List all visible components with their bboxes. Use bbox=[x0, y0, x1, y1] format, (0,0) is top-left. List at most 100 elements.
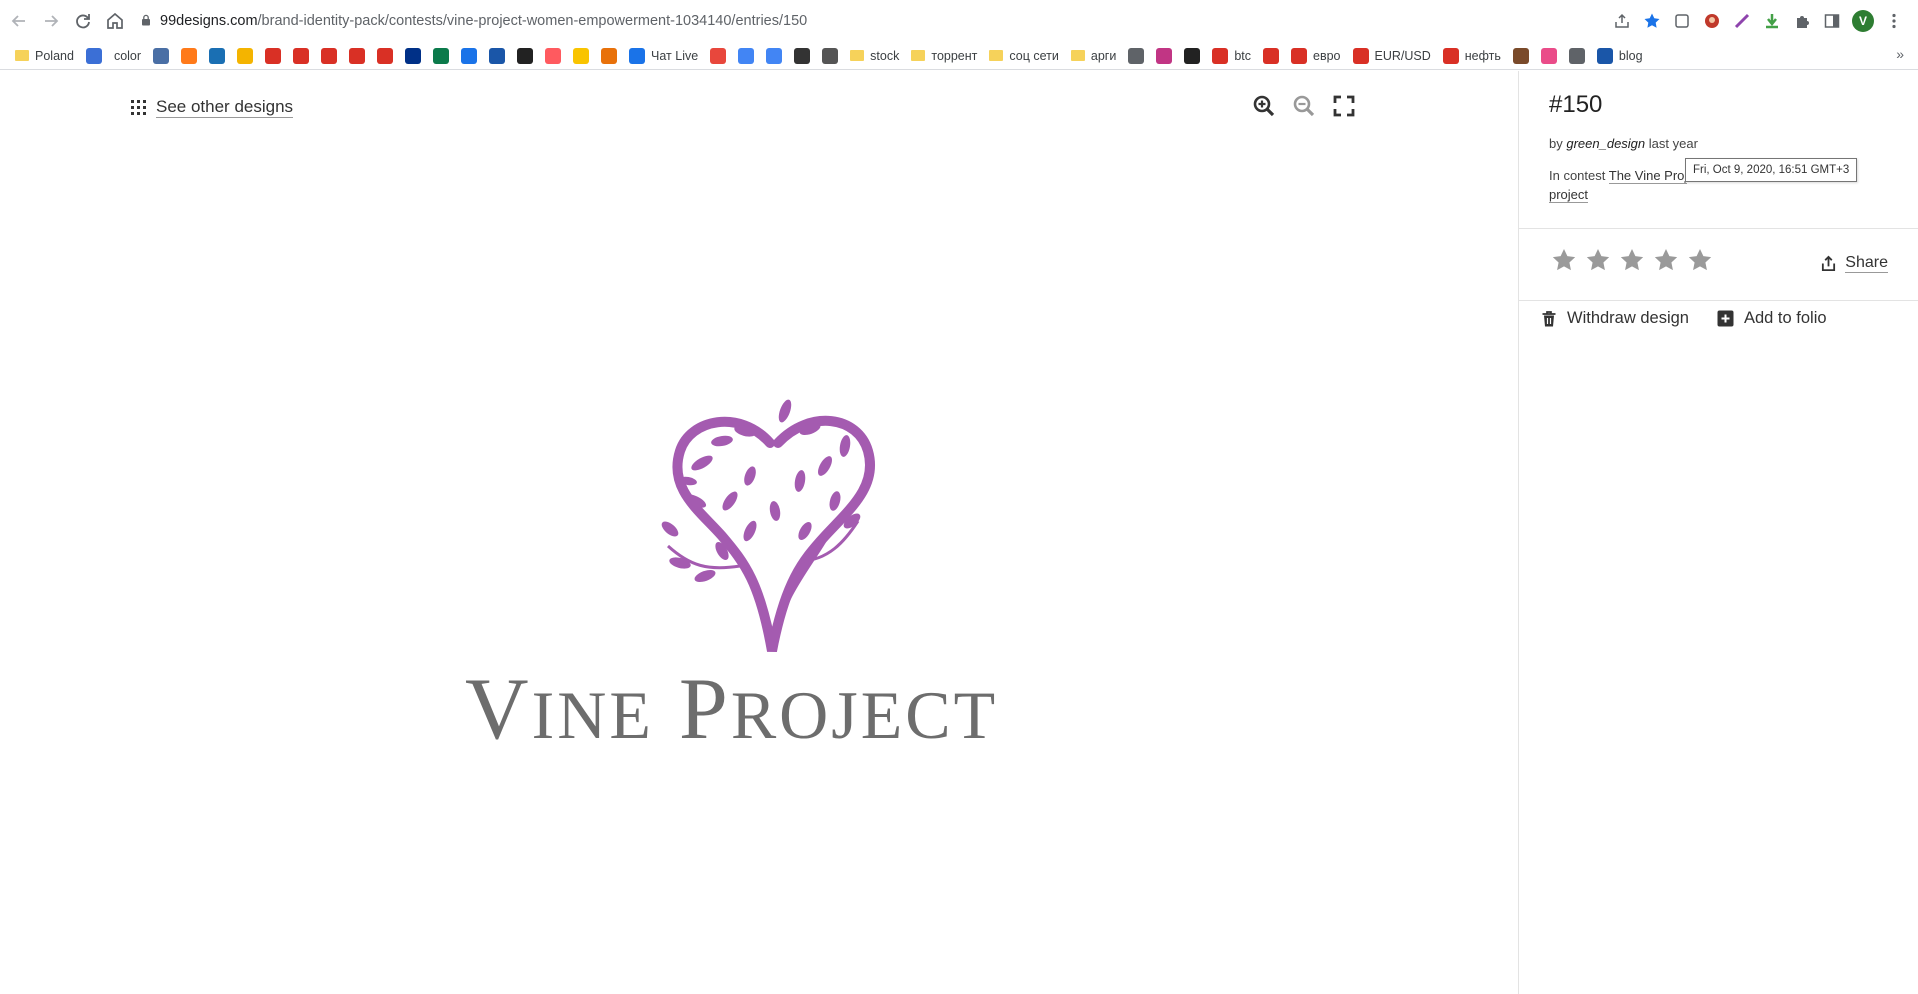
bookmarks-overflow-icon[interactable]: » bbox=[1896, 46, 1904, 62]
entry-time[interactable]: last year bbox=[1649, 136, 1698, 151]
withdraw-design-button[interactable]: Withdraw design bbox=[1541, 309, 1689, 328]
bookmark-label: евро bbox=[1313, 48, 1341, 63]
share-page-icon[interactable] bbox=[1612, 11, 1632, 31]
home-icon[interactable] bbox=[104, 10, 126, 32]
extension-icon[interactable] bbox=[1762, 11, 1782, 31]
fullscreen-icon[interactable] bbox=[1332, 94, 1356, 118]
author-link[interactable]: green_design bbox=[1566, 136, 1645, 151]
trash-icon bbox=[1542, 310, 1556, 326]
share-icon bbox=[1822, 255, 1836, 272]
box-icon bbox=[517, 47, 534, 64]
star-icon[interactable] bbox=[1687, 247, 1713, 273]
bookmark-item[interactable] bbox=[598, 45, 620, 67]
bookmark-item[interactable] bbox=[374, 45, 396, 67]
bookmark-item[interactable] bbox=[178, 45, 200, 67]
page-content: See other designs VINE PROJECT #150 by g… bbox=[0, 71, 1918, 994]
folder-icon bbox=[989, 50, 1004, 61]
extensions-area: V bbox=[1612, 10, 1904, 32]
share-button[interactable]: Share bbox=[1820, 254, 1888, 273]
bookmark-item[interactable] bbox=[290, 45, 312, 67]
bookmark-item[interactable]: color bbox=[111, 45, 144, 67]
profile-avatar[interactable]: V bbox=[1852, 10, 1874, 32]
bookmark-item[interactable] bbox=[542, 45, 564, 67]
bookmark-item[interactable] bbox=[570, 45, 592, 67]
see-other-designs-link[interactable]: See other designs bbox=[131, 97, 294, 118]
bookmark-item[interactable]: арги bbox=[1068, 45, 1119, 67]
bookmark-label: Poland bbox=[35, 48, 74, 63]
bookmark-item[interactable]: Чат Live bbox=[626, 45, 701, 67]
bookmark-item[interactable] bbox=[1566, 45, 1588, 67]
bookmark-item[interactable] bbox=[430, 45, 452, 67]
bookmark-item[interactable] bbox=[346, 45, 368, 67]
bookmark-item[interactable] bbox=[234, 45, 256, 67]
bookmark-item[interactable] bbox=[150, 45, 172, 67]
sidebar-icon[interactable] bbox=[1822, 11, 1842, 31]
book-icon bbox=[1512, 47, 1529, 64]
bookmark-item[interactable] bbox=[318, 45, 340, 67]
star-icon[interactable] bbox=[1551, 247, 1577, 273]
bookmark-item[interactable]: blog bbox=[1594, 45, 1646, 67]
back-arrow-icon[interactable] bbox=[8, 10, 30, 32]
bookmark-item[interactable] bbox=[1538, 45, 1560, 67]
bookmark-item[interactable] bbox=[735, 45, 757, 67]
bookmark-label: color bbox=[113, 48, 142, 63]
bookmark-item[interactable] bbox=[1181, 45, 1203, 67]
add-to-folio-button[interactable]: Add to folio bbox=[1717, 309, 1827, 328]
bookmark-item[interactable]: торрент bbox=[908, 45, 980, 67]
add-to-folio-label: Add to folio bbox=[1743, 309, 1827, 327]
extension-icon[interactable] bbox=[1672, 11, 1692, 31]
reload-icon[interactable] bbox=[72, 10, 94, 32]
f-icon bbox=[1352, 47, 1369, 64]
bookmark-item[interactable] bbox=[206, 45, 228, 67]
s-icon bbox=[237, 47, 254, 64]
bookmark-item[interactable] bbox=[458, 45, 480, 67]
zoom-out-icon[interactable] bbox=[1292, 94, 1316, 118]
bookmark-item[interactable]: евро bbox=[1288, 45, 1344, 67]
globe-icon bbox=[1128, 47, 1145, 64]
f-icon bbox=[1212, 47, 1229, 64]
rating-stars[interactable] bbox=[1551, 247, 1713, 273]
star-icon[interactable] bbox=[1585, 247, 1611, 273]
extension-icon[interactable] bbox=[1702, 11, 1722, 31]
logo-wordmark: VINE PROJECT bbox=[465, 659, 1085, 760]
bookmark-item[interactable] bbox=[402, 45, 424, 67]
forward-arrow-icon[interactable] bbox=[40, 10, 62, 32]
bookmark-item[interactable] bbox=[262, 45, 284, 67]
url-path: /brand-identity-pack/contests/vine-proje… bbox=[257, 13, 808, 29]
puzzle-icon[interactable] bbox=[1792, 11, 1812, 31]
divider bbox=[1519, 228, 1918, 229]
a-icon bbox=[321, 47, 338, 64]
bookmark-item[interactable]: btc bbox=[1209, 45, 1254, 67]
bookmark-item[interactable]: EUR/USD bbox=[1350, 45, 1434, 67]
contest-link-continued[interactable]: project bbox=[1549, 187, 1589, 203]
bookmark-item[interactable] bbox=[1153, 45, 1175, 67]
bookmark-item[interactable] bbox=[707, 45, 729, 67]
zoom-in-icon[interactable] bbox=[1252, 94, 1276, 118]
globe-icon bbox=[1568, 47, 1585, 64]
menu-dots-icon[interactable] bbox=[1884, 11, 1904, 31]
address-bar[interactable]: 99designs.com/brand-identity-pack/contes… bbox=[140, 9, 1730, 33]
bookmark-item[interactable] bbox=[819, 45, 841, 67]
bookmark-item[interactable] bbox=[1125, 45, 1147, 67]
contest-link[interactable]: The Vine Proj bbox=[1608, 168, 1688, 184]
bookmark-item[interactable] bbox=[763, 45, 785, 67]
entry-actions: Withdraw design Add to folio bbox=[1541, 309, 1827, 328]
url-host: 99designs.com bbox=[160, 13, 258, 29]
bookmark-item[interactable] bbox=[791, 45, 813, 67]
camera-icon bbox=[1184, 47, 1201, 64]
chip-icon bbox=[794, 47, 811, 64]
bookmark-item[interactable]: соц сети bbox=[986, 45, 1061, 67]
bookmark-item[interactable] bbox=[83, 45, 105, 67]
bookmark-item[interactable] bbox=[514, 45, 536, 67]
star-icon[interactable] bbox=[1619, 247, 1645, 273]
bookmark-item[interactable] bbox=[1510, 45, 1532, 67]
bookmark-item[interactable]: stock bbox=[847, 45, 902, 67]
by-prefix: by bbox=[1549, 136, 1563, 151]
bookmark-item[interactable]: Poland bbox=[12, 45, 77, 67]
bookmark-star-icon[interactable] bbox=[1642, 11, 1662, 31]
bookmark-item[interactable]: нефть bbox=[1440, 45, 1504, 67]
extension-icon[interactable] bbox=[1732, 11, 1752, 31]
star-icon[interactable] bbox=[1653, 247, 1679, 273]
bookmark-item[interactable] bbox=[1260, 45, 1282, 67]
bookmark-item[interactable] bbox=[486, 45, 508, 67]
